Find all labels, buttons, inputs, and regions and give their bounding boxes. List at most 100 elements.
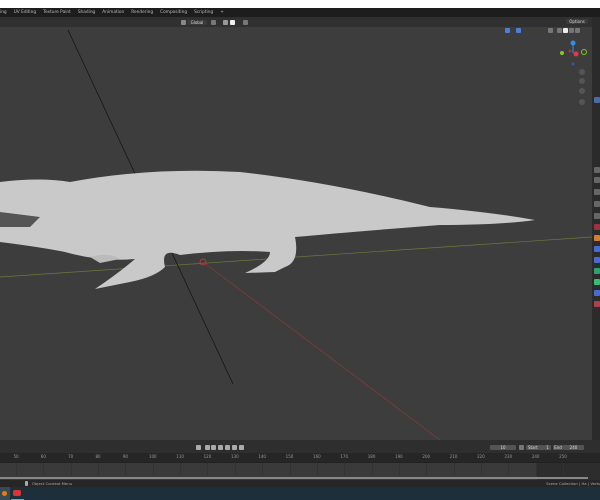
overlay-icon[interactable] [516,28,521,33]
collection-tab-icon[interactable] [594,224,600,230]
frame-gridline [316,463,318,476]
solid-shading-icon[interactable] [563,28,568,33]
modifier-tab-icon[interactable] [594,246,600,252]
timeline-tracks[interactable] [0,462,600,480]
frame-tick-label: 220 [477,454,485,459]
options-dropdown[interactable]: Options [566,19,588,24]
object-tab-icon[interactable] [594,235,600,241]
camera-view-icon [579,88,585,94]
frame-tick-label: 180 [367,454,376,459]
frame-tick-label: 170 [340,454,349,459]
particles-tab-icon[interactable] [594,257,600,263]
tab-animation[interactable]: Animation [102,10,124,15]
physics-tab-icon[interactable] [594,268,600,274]
frame-tick-label: 200 [422,454,431,459]
frame-gridline [289,463,291,476]
start-label: Start [526,445,544,450]
timeline-header: 10 Start 1 End 240 [0,440,600,453]
constraints-tab-icon[interactable] [594,279,600,285]
frame-tick-label: 90 [122,454,128,459]
frame-tick-label: 210 [449,454,458,459]
mouse-icon [25,481,28,486]
play-icon[interactable] [225,445,230,450]
y-grid-axis [202,261,441,440]
frame-tick-label: 70 [68,454,74,459]
chat-app-icon[interactable] [13,490,21,496]
frame-tick-label: 190 [395,454,403,459]
frame-gridline [426,463,428,476]
frame-gridline [262,463,264,476]
jump-end-icon[interactable] [239,445,244,450]
timeline-scrollbar[interactable] [0,477,588,479]
end-frame-field[interactable]: 240 [563,445,584,450]
tab-shading[interactable]: Shading [78,10,95,15]
xray-icon[interactable] [548,28,553,33]
orientation-dropdown[interactable]: Global [187,20,207,25]
frame-tick-label: 100 [148,454,157,459]
output-tab-icon[interactable] [594,189,600,195]
proportional-edit-icon[interactable] [243,20,248,25]
zoom-icon [579,69,585,75]
jump-start-icon[interactable] [205,445,210,450]
scene [0,29,592,440]
tab-compositing[interactable]: Compositing [160,10,187,15]
play-reverse-icon[interactable] [218,445,223,450]
viewport-header: Global Options [0,17,592,27]
frame-tick-label: 240 [531,454,540,459]
3d-viewport[interactable] [0,27,592,440]
navigation-gizmo[interactable] [560,40,587,106]
tab-uv-editing[interactable]: UV Editing [14,10,36,15]
workspace-tabs: ing UV Editing Texture Paint Shading Ani… [0,8,600,17]
add-workspace-button[interactable]: + [220,10,224,15]
prev-keyframe-icon[interactable] [211,445,216,450]
snap-target-icon[interactable] [230,20,235,25]
transform-orientation-icon [181,20,186,25]
frame-tick-label: 80 [95,454,101,459]
frame-gridline [535,463,537,476]
timeline-ruler[interactable]: 50 60 70 80 90 100 110 120 130 140 150 160 170 180 190… [0,453,600,462]
tab-texture-paint[interactable]: Texture Paint [43,10,71,15]
tab-modeling[interactable]: ing [0,10,7,15]
frame-tick-label: 250 [559,454,567,459]
preview-range-icon[interactable] [519,445,524,450]
frame-gridline [344,463,346,476]
frame-gridline [563,463,564,476]
tool-tab-icon[interactable] [594,167,600,173]
tab-scripting[interactable]: Scripting [194,10,213,15]
status-bar: Object Context Menu Scene Collection | H… [0,480,600,487]
pan-icon [579,78,585,84]
frame-gridline [70,463,72,476]
material-tab-icon[interactable] [594,301,600,307]
visibility-icon[interactable] [505,28,510,33]
frame-tick-label: 140 [258,454,266,459]
status-hint: Object Context Menu [32,481,73,486]
current-frame-field[interactable]: 10 [490,445,516,450]
frame-gridline [371,463,373,476]
next-keyframe-icon[interactable] [232,445,237,450]
material-shading-icon[interactable] [569,28,574,33]
render-tab-icon[interactable] [594,177,600,183]
scene-tab-icon[interactable] [594,201,600,207]
perspective-icon [579,99,585,105]
status-stats: Scene Collection | Ha | Verts [546,481,600,486]
frame-gridline [453,463,455,476]
frame-gridline [207,463,209,476]
record-icon[interactable] [196,445,201,450]
data-tab-icon[interactable] [594,290,600,296]
outliner-selection[interactable] [594,97,600,103]
frame-tick-label: 50 [13,454,19,459]
frame-gridline [398,463,400,476]
world-tab-icon[interactable] [594,213,600,219]
wireframe-shading-icon[interactable] [557,28,562,33]
frame-tick-label: 130 [230,454,239,459]
start-frame-field[interactable]: 1 [544,445,551,450]
properties-panel[interactable] [592,17,600,440]
tab-rendering[interactable]: Rendering [131,10,153,15]
blender-app-icon[interactable] [0,487,10,500]
pivot-icon[interactable] [211,20,216,25]
frame-tick-label: 60 [40,454,46,459]
snap-icon[interactable] [223,20,228,25]
frame-gridline [43,463,45,476]
rendered-shading-icon[interactable] [575,28,580,33]
frame-gridline [508,463,510,476]
